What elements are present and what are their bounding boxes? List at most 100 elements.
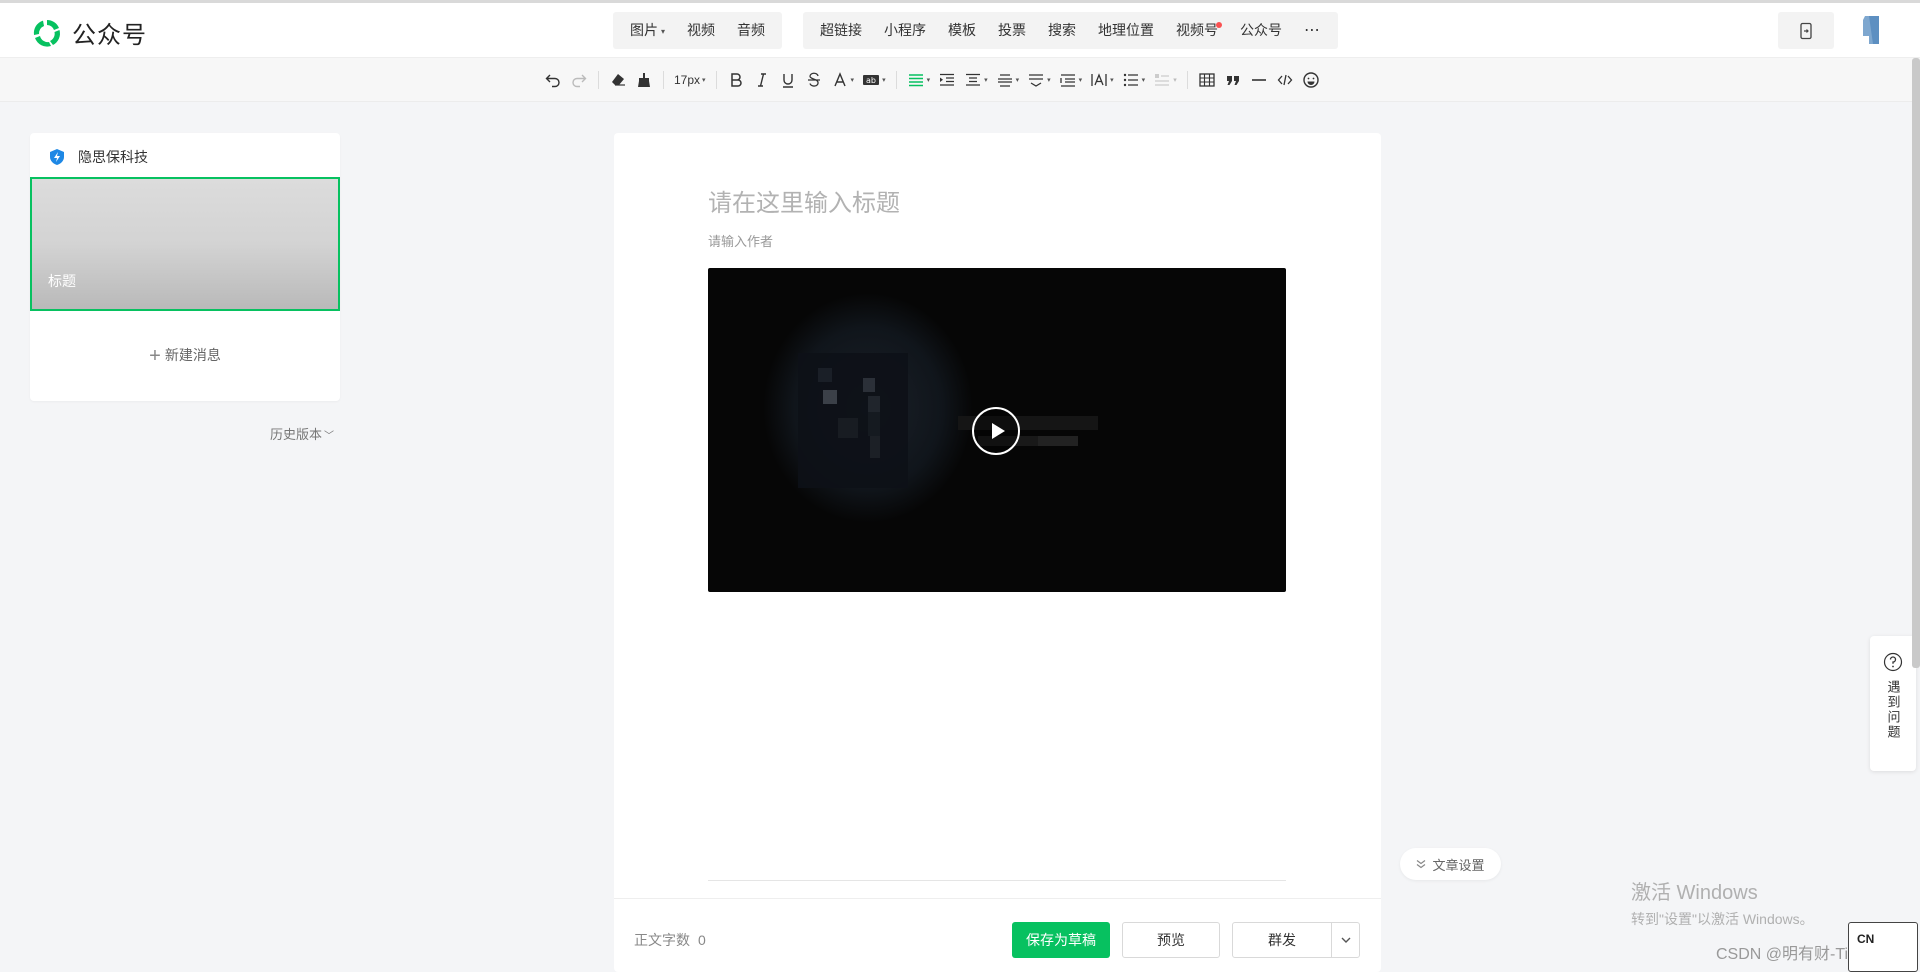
menu-item-image[interactable]: 图片 ▾ (619, 12, 676, 49)
article-settings-button[interactable]: 文章设置 (1400, 848, 1501, 880)
menu-item-label: 视频 (687, 22, 716, 38)
indent-icon (940, 73, 955, 86)
format-painter-button[interactable] (631, 66, 657, 94)
app-logo[interactable]: 公众号 (30, 15, 147, 50)
content-divider (708, 880, 1286, 881)
caret-down-icon: ▾ (1110, 77, 1114, 84)
align-button[interactable]: ▾ (903, 66, 935, 94)
menu-item-search[interactable]: 搜索 (1037, 12, 1087, 49)
title-input[interactable]: 请在这里输入标题 (708, 183, 900, 218)
menu-item-label: 音频 (737, 22, 766, 38)
app-name: 公众号 (72, 22, 147, 49)
line-height-icon (997, 74, 1012, 87)
letter-spacing-button[interactable]: ▾ (1023, 66, 1055, 94)
top-header: 公众号 图片 ▾ 视频 音频 超链接 小程序 模板 投票 搜索 地理位置 视频号 … (0, 0, 1920, 58)
notification-dot (1216, 22, 1222, 28)
menu-item-video[interactable]: 视频 (676, 12, 726, 49)
list-indent-button[interactable]: ▾ (1055, 66, 1087, 94)
menu-item-official-account[interactable]: 公众号 (1229, 12, 1293, 49)
caret-down-icon: ▾ (702, 77, 706, 84)
emoji-button[interactable] (1298, 66, 1324, 94)
quote-button[interactable] (1220, 66, 1246, 94)
page-scrollbar[interactable] (1912, 58, 1920, 668)
paragraph-spacing-button[interactable]: ▾ (960, 66, 992, 94)
play-button[interactable] (972, 407, 1020, 455)
help-label: 遇到问题 (1885, 680, 1901, 740)
save-draft-button[interactable]: 保存为草稿 (1012, 922, 1110, 958)
underline-icon (782, 74, 793, 88)
menu-item-mini-program[interactable]: 小程序 (873, 12, 937, 49)
ime-label: CN (1857, 932, 1875, 946)
menu-item-channels[interactable]: 视频号 (1165, 12, 1229, 49)
background-color-button[interactable]: ab ▾ (858, 66, 890, 94)
indent-button[interactable] (934, 66, 960, 94)
menu-item-label: 地理位置 (1098, 22, 1154, 38)
media-menu: 图片 ▾ 视频 音频 (613, 12, 783, 49)
caret-down-icon: ▾ (882, 77, 886, 84)
toolbar-separator (663, 71, 664, 89)
list-indent-icon (1059, 74, 1075, 87)
caret-down-icon: ▾ (1141, 77, 1146, 84)
article-list-panel: 隐思保科技 标题 + 新建消息 (30, 133, 340, 401)
bold-button[interactable] (723, 66, 749, 94)
text-direction-icon (1091, 73, 1107, 86)
toolbar-separator (1186, 71, 1188, 89)
menu-item-hyperlink[interactable]: 超链接 (809, 12, 873, 49)
menu-item-label: 公众号 (1240, 22, 1282, 38)
ellipsis-icon[interactable]: ⋯ (1293, 12, 1332, 49)
text-direction-button[interactable]: ▾ (1086, 66, 1118, 94)
article-card-selected[interactable]: 标题 (30, 177, 340, 311)
author-input[interactable]: 请输入作者 (708, 231, 773, 250)
activation-subtitle: 转到"设置"以激活 Windows。 (1631, 911, 1814, 927)
ime-indicator[interactable]: CN (1848, 922, 1918, 972)
undo-button[interactable] (540, 66, 566, 94)
strikethrough-button[interactable] (801, 66, 827, 94)
menu-item-label: 投票 (998, 22, 1026, 38)
menu-item-audio[interactable]: 音频 (726, 12, 776, 49)
code-button[interactable] (1272, 66, 1298, 94)
svg-text:ab: ab (866, 76, 876, 85)
ordered-list-button[interactable]: ▾ (1149, 66, 1181, 94)
line-height-button[interactable]: ▾ (992, 66, 1024, 94)
unordered-list-button[interactable]: ▾ (1118, 66, 1150, 94)
video-embed[interactable] (708, 268, 1286, 592)
eraser-icon (612, 74, 625, 86)
mass-send-dropdown[interactable] (1332, 923, 1359, 957)
article-editor: 请在这里输入标题 请输入作者 正文字数 0 保存为草稿 预览 群发 (614, 133, 1381, 972)
question-icon (1883, 652, 1903, 672)
redo-button[interactable] (566, 66, 592, 94)
emoji-icon (1303, 72, 1319, 88)
avatar[interactable] (1855, 14, 1885, 48)
mass-send-button[interactable]: 群发 (1233, 923, 1331, 957)
italic-button[interactable] (749, 66, 775, 94)
font-color-icon (833, 72, 846, 87)
mobile-preview-button[interactable] (1778, 12, 1834, 49)
help-float-button[interactable]: 遇到问题 (1870, 636, 1916, 771)
menu-item-label: 搜索 (1048, 22, 1076, 38)
history-version-button[interactable]: 历史版本 ﹀ (270, 424, 334, 443)
underline-button[interactable] (775, 66, 801, 94)
numbered-list-icon (1155, 74, 1170, 86)
menu-item-label: 小程序 (884, 22, 926, 38)
menu-item-vote[interactable]: 投票 (987, 12, 1037, 49)
caret-down-icon: ▾ (1047, 77, 1051, 84)
strikethrough-icon (807, 72, 820, 87)
quote-icon (1226, 76, 1239, 85)
clear-format-button[interactable] (605, 66, 631, 94)
table-button[interactable] (1194, 66, 1220, 94)
double-chevron-down-icon (1417, 860, 1426, 869)
horizontal-rule-button[interactable] (1246, 66, 1272, 94)
menu-item-template[interactable]: 模板 (937, 12, 987, 49)
toolbar-separator (895, 71, 897, 89)
editor-toolbar: 17px ▾ ▾ ab ▾ ▾ ▾ ▾ ▾ ▾ ▾ ▾ ▾ (0, 58, 1920, 102)
caret-down-icon: ▾ (850, 77, 855, 84)
new-message-button[interactable]: + 新建消息 (30, 345, 340, 368)
font-size-select[interactable]: 17px ▾ (670, 66, 710, 94)
menu-item-location[interactable]: 地理位置 (1087, 12, 1165, 49)
chevron-down-icon (1341, 937, 1350, 943)
preview-button[interactable]: 预览 (1122, 922, 1220, 958)
caret-down-icon: ▾ (661, 26, 666, 36)
user-avatar-icon (1863, 16, 1879, 44)
font-color-button[interactable]: ▾ (827, 66, 859, 94)
word-count-value: 0 (698, 932, 706, 948)
